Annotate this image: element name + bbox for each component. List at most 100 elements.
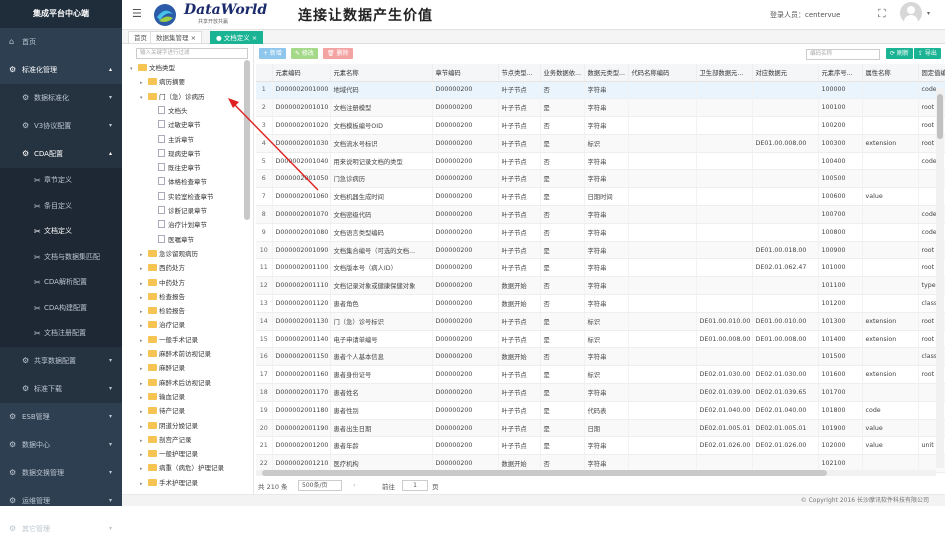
tree-leaf[interactable]: 治疗计划章节 <box>158 219 207 232</box>
table-row[interactable]: 16 D000002001150 患者个人基本信息 D00000200 数据开始否字符串… <box>256 347 945 367</box>
table-row[interactable]: 7 D000002001060 文档机器生成时间 D00000200 叶子节点是日期时间… <box>256 187 945 207</box>
caret-right-icon[interactable]: ▸ <box>140 463 148 476</box>
column-header[interactable]: 数据元类型... <box>584 64 629 82</box>
tree-scrollbar[interactable] <box>244 60 250 220</box>
tree-folder[interactable]: ▾ 文档类型 <box>130 62 175 75</box>
caret-right-icon[interactable]: ▸ <box>140 378 148 391</box>
column-header[interactable]: 元素名称 <box>330 64 433 82</box>
tree-folder[interactable]: ▸ 麻醉术后访视记录 <box>140 377 211 390</box>
column-header[interactable]: 代码名称编码 <box>628 64 697 82</box>
table-row[interactable]: 4 D000002001030 文档流水号标识 D00000200 叶子节点是标识 DE0… <box>256 134 945 153</box>
tree-leaf[interactable]: 体格检查章节 <box>158 176 207 189</box>
table-row[interactable]: 19 D000002001180 患者性别 D00000200 叶子节点是代码表 DE02… <box>256 401 945 420</box>
tree-leaf[interactable]: 文档头 <box>158 105 188 118</box>
sidebar-item-home[interactable]: ⌂ 首页 <box>0 28 122 56</box>
tree-folder[interactable]: ▸ 急诊留观病历 <box>140 248 198 261</box>
tree-folder[interactable]: ▸ 阴道分娩记录 <box>140 420 198 433</box>
table-row[interactable]: 12 D000002001110 文档记录对象或健康保健对象 D00000200 数据开… <box>256 276 945 296</box>
column-header[interactable]: 业务数据依... <box>540 64 585 82</box>
caret-right-icon[interactable]: ▸ <box>140 278 148 291</box>
caret-right-icon[interactable]: ▸ <box>140 363 148 376</box>
tree-folder[interactable]: ▸ 麻醉记录 <box>140 362 185 375</box>
table-row[interactable]: 2 D000002001010 文档注册模型 D00000200 叶子节点是字符串 100… <box>256 98 945 118</box>
table-row[interactable]: 9 D000002001080 文档语言类型编码 D00000200 叶子节点否字符串 1… <box>256 223 945 242</box>
sidebar-item-standard[interactable]: ⚙ 标准化管理 ▴ <box>0 56 122 84</box>
tree-leaf[interactable]: 过敏史章节 <box>158 119 201 132</box>
caret-right-icon[interactable]: ▸ <box>140 478 148 491</box>
caret-right-icon[interactable]: ▸ <box>140 249 148 262</box>
tree-folder[interactable]: ▸ 麻醉术前访视记录 <box>140 348 211 361</box>
page-input[interactable]: 1 <box>402 480 428 491</box>
sidebar-item-cda[interactable]: ⚙ CDA配置 ▴ <box>0 140 122 168</box>
tree-folder[interactable]: ▸ 一般护理记录 <box>140 448 198 461</box>
column-header[interactable]: 对应数据元 <box>752 64 819 82</box>
tree-folder[interactable]: ▸ 病重（病危）护理记录 <box>140 462 224 475</box>
caret-right-icon[interactable]: ▸ <box>140 77 148 90</box>
tree-leaf[interactable]: 现病史章节 <box>158 148 201 161</box>
sidebar-item-other[interactable]: ⚙ 其它管理 ▾ <box>0 515 122 543</box>
scroll-thumb[interactable] <box>937 94 943 139</box>
tree-folder[interactable]: ▸ 输血记录 <box>140 391 185 404</box>
caret-right-icon[interactable]: ▸ <box>140 421 148 434</box>
tree-folder[interactable]: ▸ 检验报告 <box>140 305 185 318</box>
avatar[interactable] <box>900 2 922 24</box>
tree-folder[interactable]: ▸ 剖宫产记录 <box>140 434 192 447</box>
column-header[interactable]: 属性名称 <box>862 64 919 82</box>
table-row[interactable]: 17 D000002001160 患者身份证号 D00000200 叶子节点是标识 DE0… <box>256 365 945 385</box>
tree-folder[interactable]: ▸ 检查报告 <box>140 291 185 304</box>
caret-right-icon[interactable]: ▸ <box>140 320 148 333</box>
table-row[interactable]: 15 D000002001140 电子申请单编号 D00000200 叶子节点是标识 DE… <box>256 330 945 349</box>
column-header[interactable]: 卫生部数据元... <box>696 64 753 82</box>
column-header[interactable]: 章节编码 <box>432 64 499 82</box>
tree-folder[interactable]: ▸ 待产记录 <box>140 405 185 418</box>
tree-folder[interactable]: ▸ 西药处方 <box>140 262 185 275</box>
sidebar-item-ops[interactable]: ⚙ 运维管理 ▾ <box>0 487 122 515</box>
table-row[interactable]: 6 D000002001050 门急诊病历 D00000200 叶子节点是字符串 1005… <box>256 169 945 189</box>
caret-right-icon[interactable]: ▸ <box>140 406 148 419</box>
grid-horizontal-scrollbar[interactable] <box>256 470 936 476</box>
tree-folder[interactable]: ▸ 治疗记录 <box>140 319 185 332</box>
caret-right-icon[interactable]: ▸ <box>140 349 148 362</box>
tree-leaf[interactable]: 主诉章节 <box>158 134 194 147</box>
caret-right-icon[interactable]: ▸ <box>140 292 148 305</box>
refresh-button[interactable]: ⟳ 刷新 <box>886 48 913 59</box>
tab-dataset[interactable]: 数据集管理 × <box>150 31 203 44</box>
delete-button[interactable]: 🗑 删除 <box>323 48 353 59</box>
search-input[interactable]: 编码名称 <box>806 49 880 60</box>
tree-folder[interactable]: ▸ 病历摘要 <box>140 76 185 89</box>
caret-down-icon[interactable]: ▾ <box>130 63 138 76</box>
sidebar-item-cda-parse[interactable]: ✂ CDA解析配置 <box>0 270 122 296</box>
sidebar-item-cda-build[interactable]: ✂ CDA构建配置 <box>0 295 122 321</box>
caret-right-icon[interactable]: ▸ <box>140 335 148 348</box>
table-row[interactable]: 1 D000002001000 地域代码 D00000200 叶子节点否字符串 10000… <box>256 81 945 100</box>
tree-folder[interactable]: ▸ 手术护理记录 <box>140 477 198 490</box>
hamburger-icon[interactable]: ☰ <box>132 7 142 20</box>
caret-right-icon[interactable]: ▸ <box>140 449 148 462</box>
table-row[interactable]: 13 D000002001120 患者角色 D00000200 数据开始否字符串 1012… <box>256 294 945 313</box>
export-button[interactable]: ⇪ 导出 <box>914 48 941 59</box>
caret-right-icon[interactable]: ▸ <box>140 435 148 448</box>
tree-leaf[interactable]: 既往史章节 <box>158 162 201 175</box>
sidebar-item-v3[interactable]: ⚙ V3协议配置 ▾ <box>0 112 122 140</box>
grid-vertical-scrollbar[interactable] <box>936 88 944 468</box>
column-header[interactable] <box>256 64 273 82</box>
sidebar-item-doc-register[interactable]: ✂ 文档注册配置 <box>0 321 122 347</box>
sidebar-item-data-standard[interactable]: ⚙ 数据标准化 ▾ <box>0 84 122 112</box>
tree-leaf[interactable]: 实验室检查章节 <box>158 191 214 204</box>
table-row[interactable]: 18 D000002001170 患者姓名 D00000200 叶子节点是字符串 DE02… <box>256 383 945 402</box>
table-row[interactable]: 5 D000002001040 用来说明记录文档的类型 D00000200 叶子节点否字… <box>256 152 945 171</box>
add-button[interactable]: + 新增 <box>259 48 286 59</box>
page-size-select[interactable]: 500条/页 <box>298 480 342 491</box>
fullscreen-icon[interactable]: ⛶ <box>878 7 886 21</box>
scroll-thumb[interactable] <box>262 470 827 476</box>
prev-page-icon[interactable]: ‹ <box>353 481 356 489</box>
tree-leaf[interactable]: 诊断记录章节 <box>158 205 207 218</box>
caret-right-icon[interactable]: ▸ <box>140 263 148 276</box>
caret-right-icon[interactable]: ▸ <box>140 306 148 319</box>
sidebar-item-download[interactable]: ⚙ 标准下载 ▾ <box>0 374 122 403</box>
sidebar-item-doc-match[interactable]: ✂ 文档与数据集匹配 <box>0 244 122 270</box>
table-row[interactable]: 8 D000002001070 文档密级代码 D00000200 叶子节点否字符串 100… <box>256 205 945 224</box>
caret-right-icon[interactable]: ▸ <box>140 392 148 405</box>
table-row[interactable]: 10 D000002001090 文档集合编号（可选的文档... D00000200 叶… <box>256 241 945 260</box>
caret-down-icon[interactable]: ▾ <box>140 92 148 105</box>
